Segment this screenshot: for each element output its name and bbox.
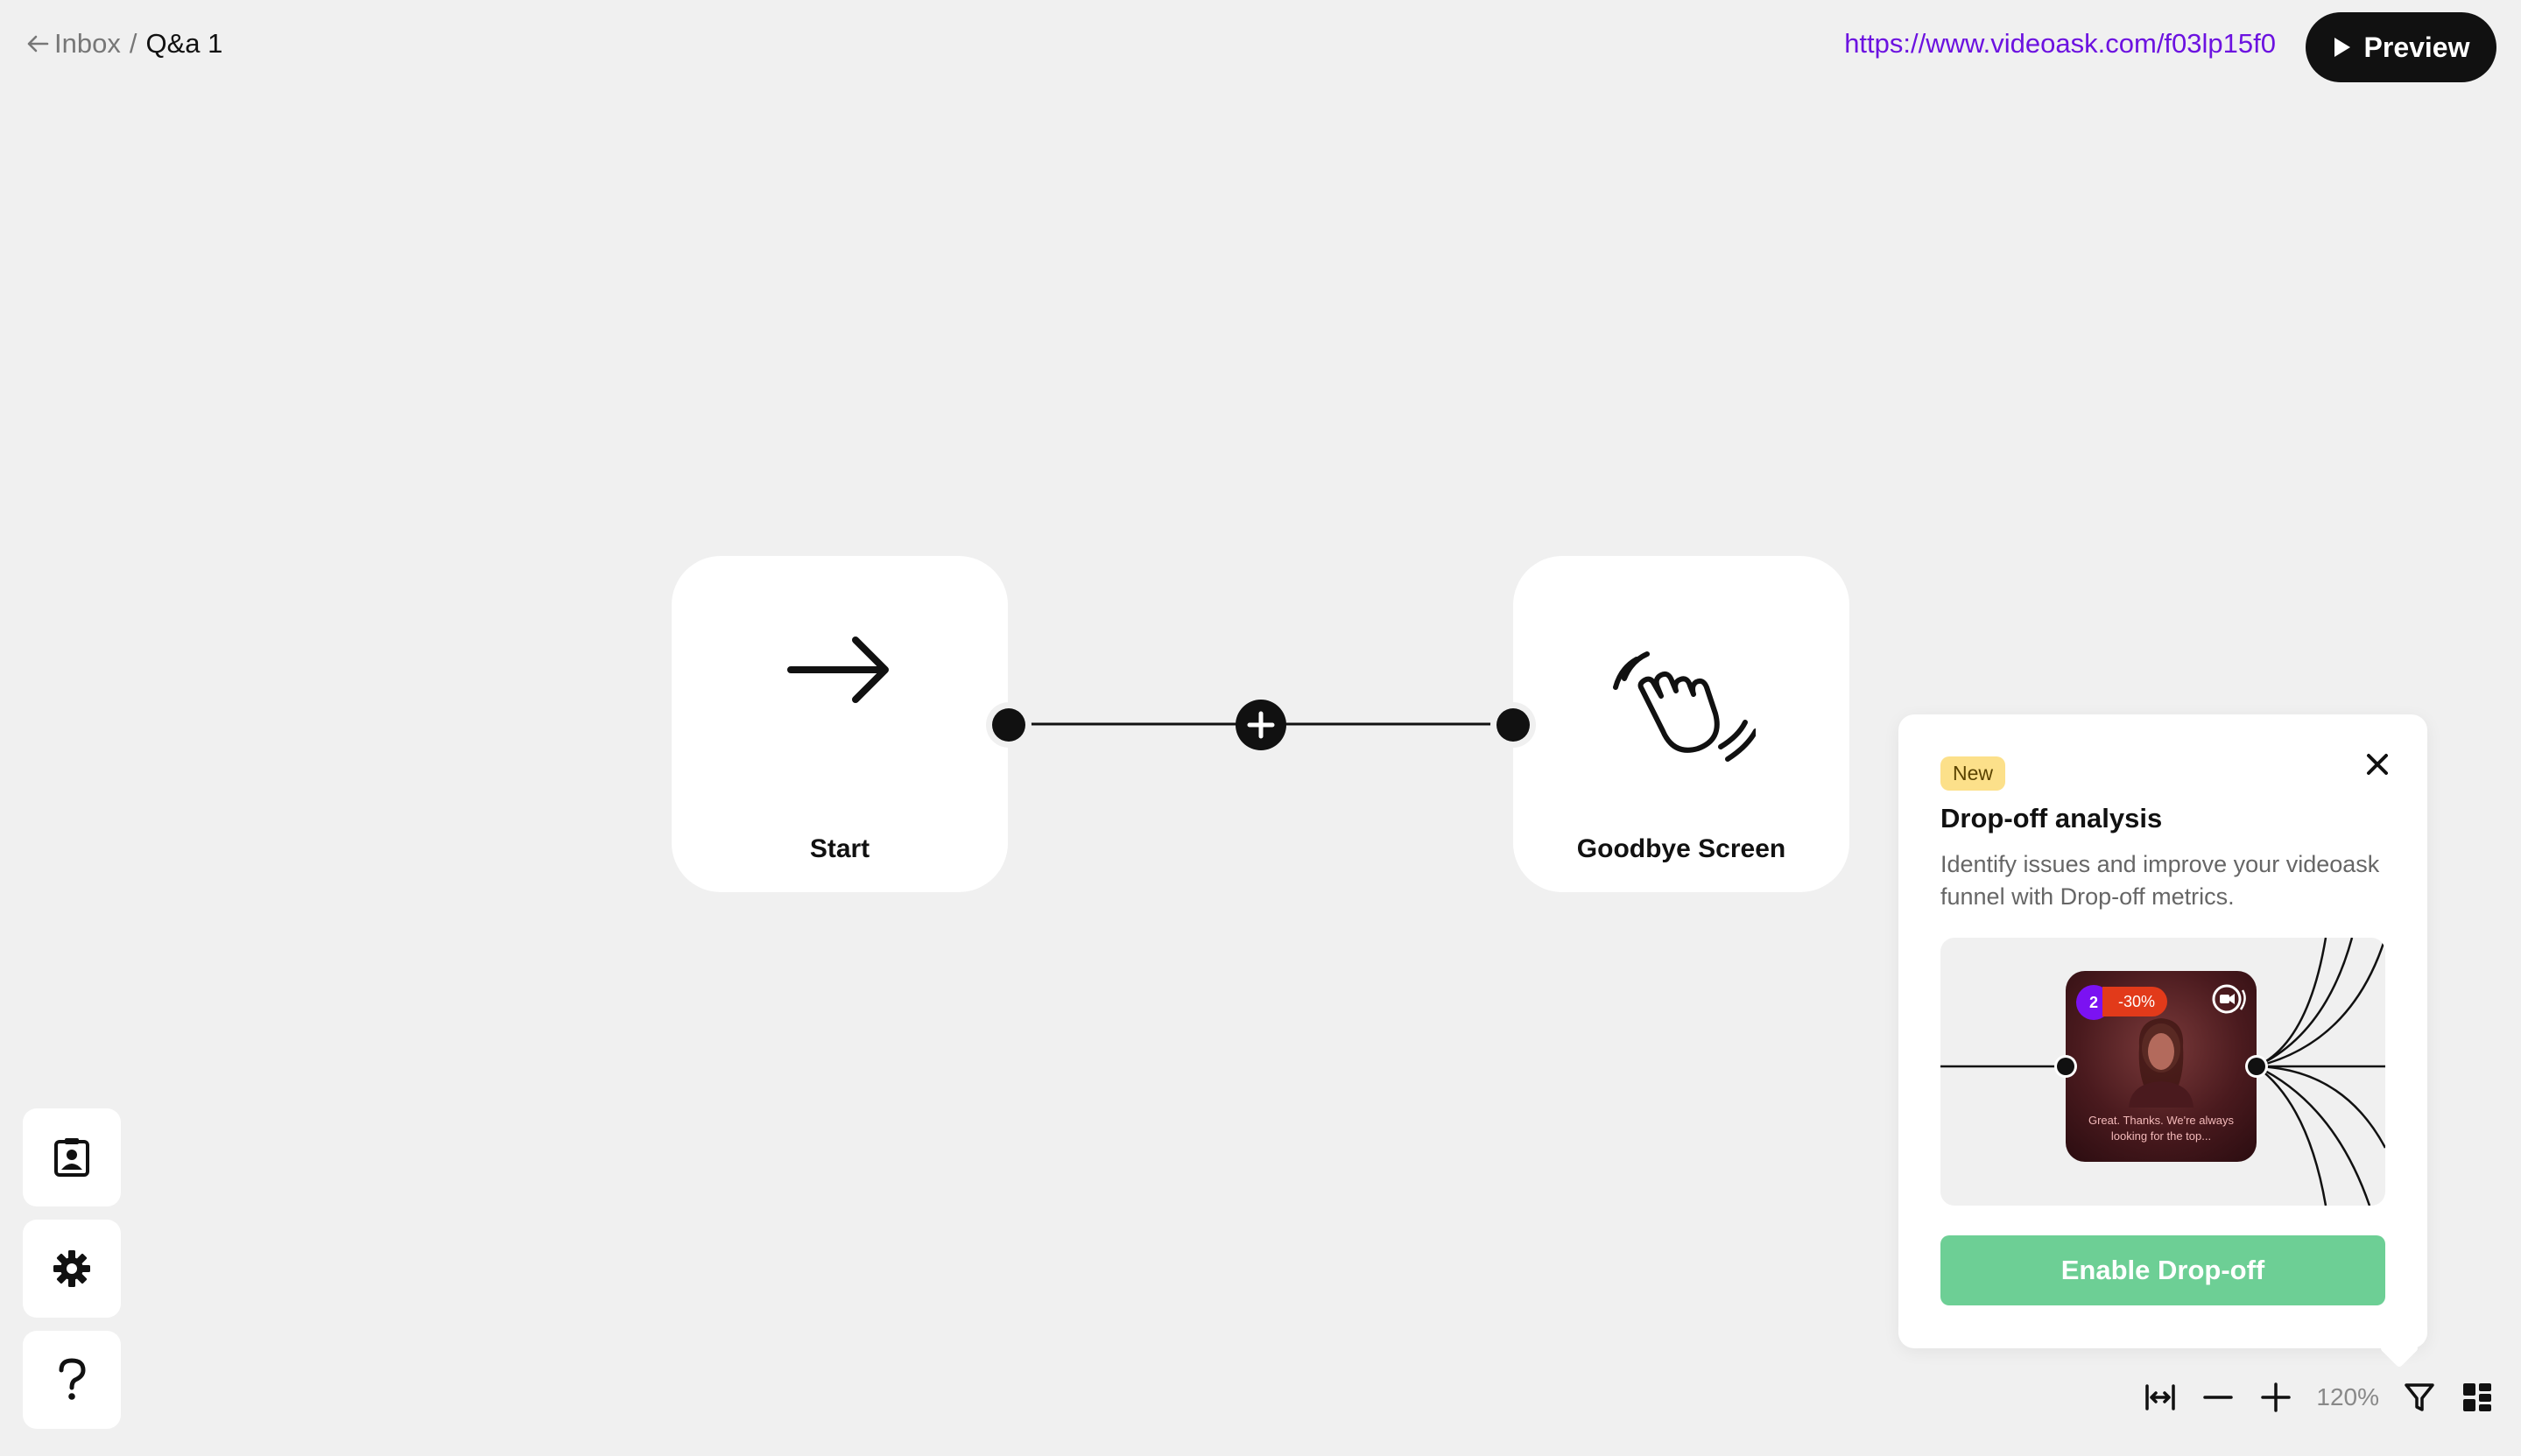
dropoff-filter-button[interactable] (2402, 1380, 2437, 1415)
settings-button[interactable] (23, 1220, 121, 1318)
arrow-right-icon (787, 637, 889, 703)
new-badge: New (1940, 756, 2006, 791)
fit-width-button[interactable] (2143, 1380, 2178, 1415)
goodbye-node-label: Goodbye Screen (1576, 834, 1786, 863)
contacts-icon (54, 1138, 89, 1177)
zoom-level: 120% (2316, 1383, 2379, 1410)
video-caption: Great. Thanks. We're always looking for … (2088, 1114, 2234, 1143)
camera-replay-icon (2212, 984, 2246, 1014)
thumbnail-input-handle (2054, 1055, 2077, 1078)
zoom-in-icon (2261, 1382, 2292, 1412)
waving-hand-icon (1613, 651, 1756, 762)
video-thumbnail: 2 -30% Great. Thanks. We're always looki… (2066, 971, 2257, 1162)
enable-dropoff-button[interactable]: Enable Drop-off (1940, 1235, 2385, 1305)
start-node[interactable]: Start (672, 556, 1008, 892)
canvas-toolbar: 120% (2143, 1373, 2495, 1422)
start-node-output-handle[interactable] (984, 700, 1033, 749)
person-silhouette (2129, 1018, 2194, 1108)
fit-width-icon (2145, 1384, 2176, 1410)
popover-title: Drop-off analysis (1940, 803, 2163, 834)
dropoff-percent-badge: -30% (2102, 987, 2168, 1016)
close-icon (2367, 754, 2388, 775)
dropoff-popover: New Drop-off analysis Identify issues an… (1898, 714, 2427, 1368)
close-popover-button[interactable] (2366, 753, 2389, 780)
dropoff-illustration: 2 -30% Great. Thanks. We're always looki… (1940, 938, 2385, 1206)
start-node-label: Start (809, 834, 870, 863)
contacts-button[interactable] (23, 1108, 121, 1206)
zoom-out-icon (2203, 1396, 2234, 1399)
gear-icon (53, 1250, 90, 1287)
grid-view-button[interactable] (2460, 1380, 2495, 1415)
zoom-in-button[interactable] (2258, 1380, 2293, 1415)
grid-view-icon (2463, 1383, 2491, 1411)
goodbye-screen-node[interactable]: Goodbye Screen (1513, 556, 1849, 892)
filter-icon (2405, 1383, 2434, 1411)
add-step-button[interactable] (1235, 699, 1287, 751)
popover-description: Identify issues and improve your videoas… (1940, 851, 2380, 910)
help-icon (59, 1358, 86, 1400)
zoom-out-button[interactable] (2201, 1380, 2236, 1415)
help-button[interactable] (23, 1331, 121, 1429)
goodbye-node-input-handle[interactable] (1489, 700, 1538, 749)
thumbnail-output-handle (2245, 1055, 2268, 1078)
